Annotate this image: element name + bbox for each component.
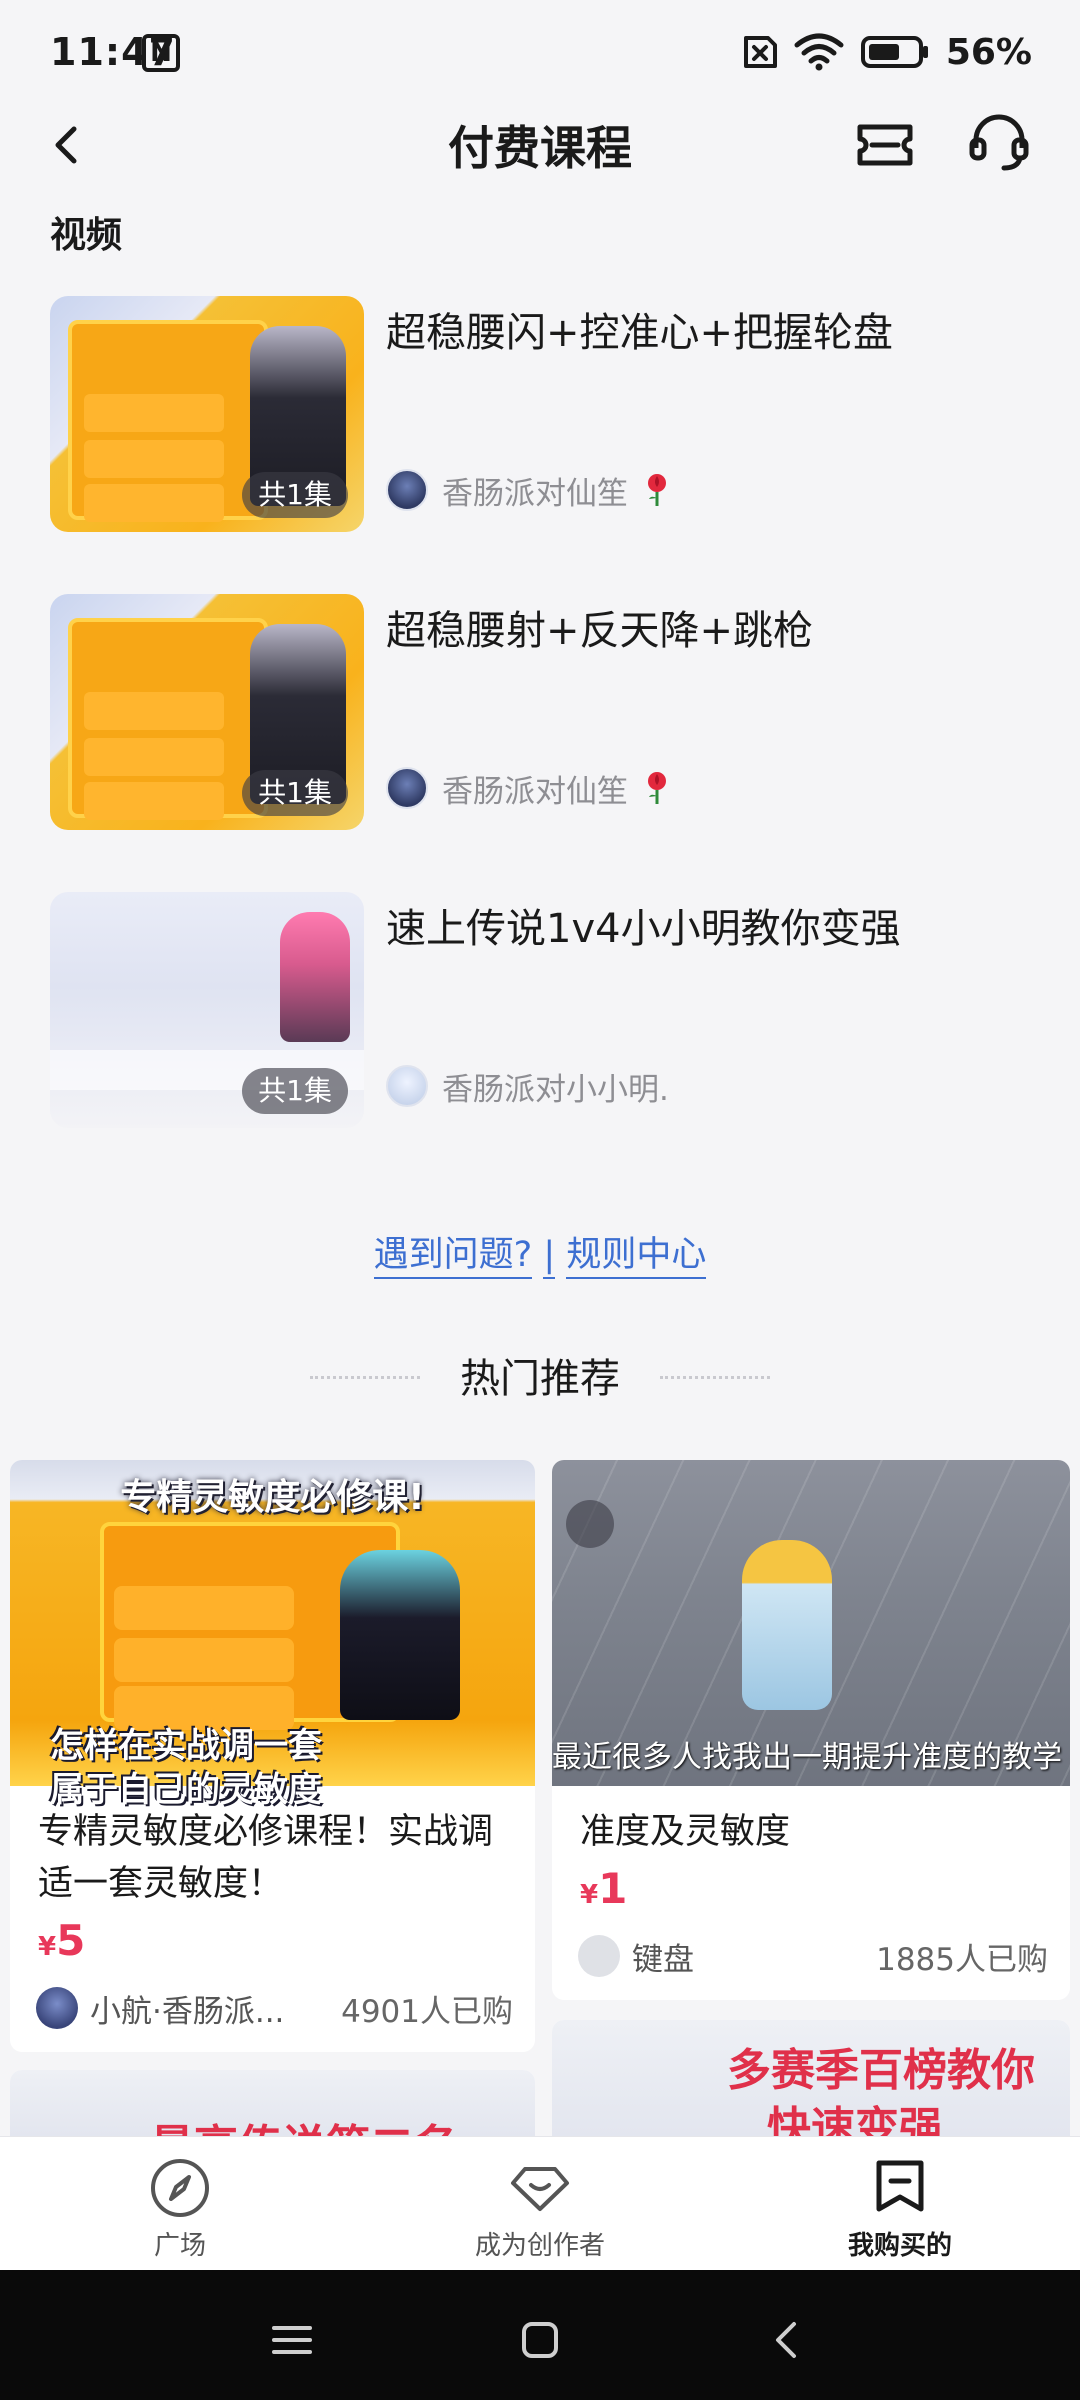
help-links: 遇到问题? | 规则中心: [0, 1226, 1080, 1279]
home-icon[interactable]: [510, 2310, 570, 2370]
author-name: 香肠派对仙笙: [442, 773, 628, 810]
tab-become-creator[interactable]: 成为创作者: [430, 2157, 650, 2267]
no-sim-icon: [743, 36, 777, 68]
purchased-icon: [876, 2160, 924, 2212]
video-author[interactable]: 香肠派对小小明.: [386, 1064, 669, 1108]
video-title[interactable]: 超稳腰射+反天降+跳枪: [386, 598, 813, 656]
cover-text: 快速变强: [767, 2103, 943, 2136]
avatar: [36, 1987, 78, 2029]
course-card[interactable]: 多赛季百榜教你 快速变强: [552, 2020, 1070, 2136]
course-title[interactable]: 准度及灵敏度: [580, 1806, 790, 1858]
video-author[interactable]: 香肠派对仙笙: [386, 468, 672, 512]
price-value: 5: [56, 1916, 86, 1965]
rose-icon: [648, 474, 666, 506]
page-title: 付费课程: [448, 121, 632, 175]
rose-icon: [648, 772, 666, 804]
top-navigation: 付费课程: [0, 100, 1080, 190]
video-title[interactable]: 速上传说1v4小小明教你变强: [386, 896, 901, 954]
status-bar: 11:47 N 56%: [0, 0, 1080, 100]
thumbnail-art: [68, 618, 268, 820]
avatar: [386, 1065, 428, 1107]
avatar: [386, 767, 428, 809]
course-card[interactable]: 最近很多人找我出一期提升准度的教学 准度及灵敏度 ¥1 键盘 1885人已购: [552, 1460, 1070, 2000]
hot-recommend-header: 热门推荐: [0, 1346, 1080, 1406]
cover-caption: 最近很多人找我出一期提升准度的教学: [552, 1740, 1062, 1775]
cover-text: 最高传说第二名: [150, 2110, 458, 2136]
link-separator: |: [543, 1235, 556, 1279]
course-price: ¥1: [580, 1864, 627, 1913]
video-item[interactable]: 共1集 超稳腰闪+控准心+把握轮盘 香肠派对仙笙: [50, 296, 1030, 532]
price-value: 1: [598, 1864, 628, 1913]
cover-text: 多赛季百榜教你: [727, 2045, 1035, 2096]
nfc-icon: N: [142, 34, 180, 72]
system-back-icon[interactable]: [758, 2310, 818, 2370]
video-item[interactable]: 共1集 速上传说1v4小小明教你变强 香肠派对小小明.: [50, 892, 1030, 1128]
tab-plaza[interactable]: 广场: [70, 2157, 290, 2267]
cover-caption: 属于自己的灵敏度: [50, 1770, 322, 1810]
avatar: [386, 469, 428, 511]
cover-text: 专精灵敏度必修课!: [120, 1477, 425, 1518]
compass-icon: [151, 2159, 209, 2217]
video-item[interactable]: 共1集 超稳腰射+反天降+跳枪 香肠派对仙笙: [50, 594, 1030, 830]
divider: [660, 1376, 770, 1379]
course-title[interactable]: 专精灵敏度必修课程！实战调适一套灵敏度！: [38, 1806, 508, 1910]
episode-count-badge: 共1集: [242, 472, 348, 518]
tab-label: 广场: [153, 2231, 206, 2261]
author-name: 香肠派对小小明.: [442, 1071, 669, 1108]
menu-icon[interactable]: [262, 2310, 322, 2370]
course-cover[interactable]: 多赛季百榜教你 快速变强: [552, 2020, 1070, 2136]
video-thumbnail[interactable]: 共1集: [50, 296, 364, 532]
author-name[interactable]: 键盘: [632, 1934, 866, 1979]
status-icons: 56%: [738, 30, 1032, 74]
customer-service-icon[interactable]: [966, 110, 1032, 176]
video-thumbnail[interactable]: 共1集: [50, 594, 364, 830]
tab-purchased[interactable]: 我购买的: [790, 2157, 1010, 2267]
video-title[interactable]: 超稳腰闪+控准心+把握轮盘: [386, 300, 893, 358]
buyer-count: 1885人已购: [876, 1941, 1048, 1978]
tab-label: 成为创作者: [474, 2231, 605, 2261]
course-cover[interactable]: 专精灵敏度必修课! 怎样在实战调一套 属于自己的灵敏度: [10, 1460, 535, 1810]
video-thumbnail[interactable]: 共1集: [50, 892, 364, 1128]
map-pin-icon: [566, 1500, 614, 1548]
bottom-tab-bar: 广场 成为创作者 我购买的: [0, 2136, 1080, 2270]
course-meta: 键盘 1885人已购: [578, 1934, 1048, 1978]
course-card[interactable]: 最高传说第二名: [10, 2070, 535, 2136]
hot-recommend-title: 热门推荐: [460, 1356, 620, 1402]
cover-caption: 怎样在实战调一套: [50, 1726, 322, 1766]
thumbnail-art: [68, 320, 268, 522]
course-price: ¥5: [38, 1916, 85, 1965]
currency-symbol: ¥: [580, 1880, 599, 1910]
cover-character: [742, 1540, 832, 1710]
course-meta: 小航·香肠派... 4901人已购: [36, 1986, 513, 2030]
course-card[interactable]: 专精灵敏度必修课! 怎样在实战调一套 属于自己的灵敏度 专精灵敏度必修课程！实战…: [10, 1460, 535, 2052]
buyer-count: 4901人已购: [341, 1993, 513, 2030]
creator-icon: [511, 2167, 569, 2211]
tab-label: 我购买的: [847, 2231, 952, 2261]
thumbnail-character: [280, 912, 350, 1042]
currency-symbol: ¥: [38, 1932, 57, 1962]
course-cover[interactable]: 最近很多人找我出一期提升准度的教学: [552, 1460, 1070, 1786]
ticket-icon[interactable]: [852, 115, 918, 175]
episode-count-badge: 共1集: [242, 770, 348, 816]
section-label-video: 视频: [50, 215, 123, 256]
wifi-icon: [794, 33, 844, 71]
author-name: 香肠派对仙笙: [442, 475, 628, 512]
course-cover[interactable]: 最高传说第二名: [10, 2070, 535, 2136]
divider: [310, 1376, 420, 1379]
cover-character: [340, 1550, 460, 1720]
faq-link[interactable]: 遇到问题?: [373, 1235, 533, 1279]
video-author[interactable]: 香肠派对仙笙: [386, 766, 672, 810]
episode-count-badge: 共1集: [242, 1068, 348, 1114]
battery-icon: [860, 36, 928, 68]
avatar: [578, 1935, 620, 1977]
rules-center-link[interactable]: 规则中心: [566, 1235, 707, 1279]
author-name[interactable]: 小航·香肠派...: [90, 1986, 331, 2031]
battery-percent: 56%: [945, 31, 1032, 73]
system-navigation-bar: [0, 2270, 1080, 2400]
